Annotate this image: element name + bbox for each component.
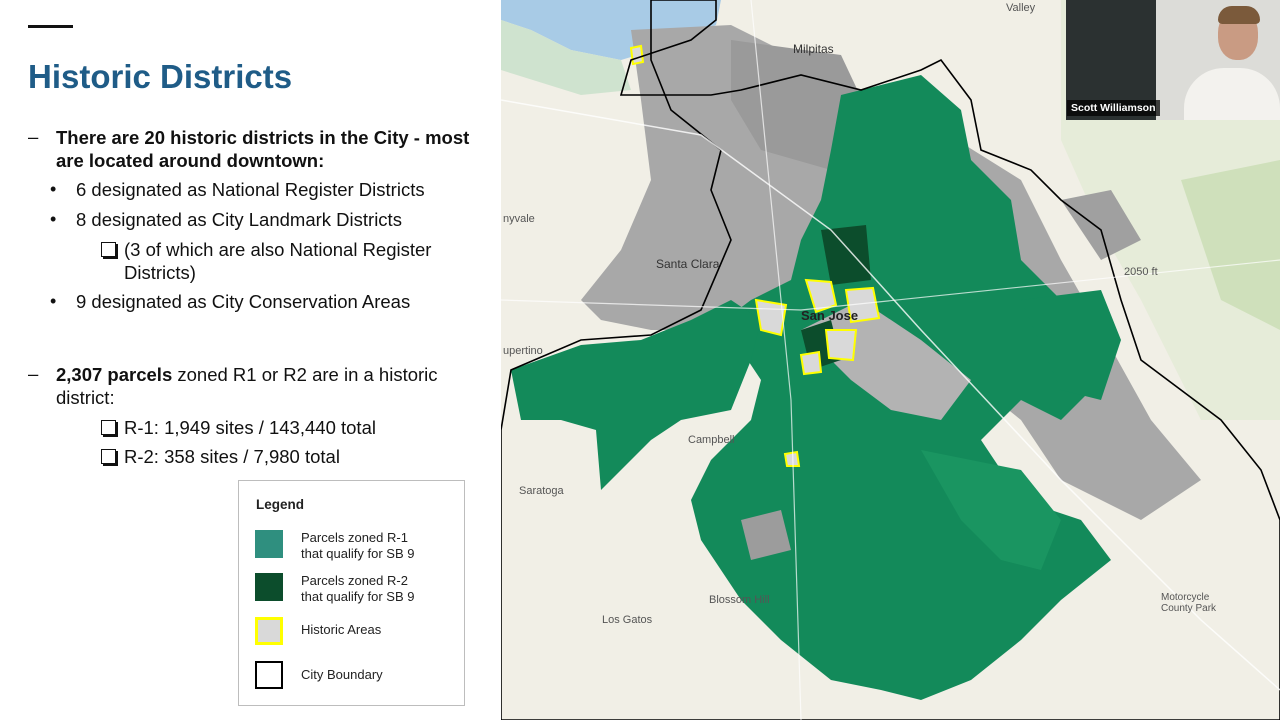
sub-bullet-national-register: 6 designated as National Register Distri… <box>76 179 425 200</box>
sub-bullet-city-landmark: 8 designated as City Landmark Districts <box>76 209 402 230</box>
checkbox-bullet-icon <box>101 242 116 257</box>
r2-stat: R-2: 358 sites / 7,980 total <box>124 446 340 467</box>
legend-swatch-r1 <box>255 530 283 558</box>
map-label-los-gatos: Los Gatos <box>602 614 653 626</box>
participant-hair <box>1218 6 1260 24</box>
participant-body <box>1184 68 1280 120</box>
map-label-sunnyvale: nyvale <box>503 213 535 225</box>
bullet2-line2: district: <box>56 387 115 408</box>
legend-label-r1-line1: Parcels zoned R-1 <box>301 530 408 545</box>
map-label-santa-clara: Santa Clara <box>656 257 720 271</box>
map-label-saratoga: Saratoga <box>519 485 564 497</box>
bullet1-line2: are located around downtown: <box>56 150 325 171</box>
checkbox-bullet-icon <box>101 420 116 435</box>
page-title: Historic Districts <box>28 58 293 95</box>
bullet2-line1: 2,307 parcels zoned R1 or R2 are in a hi… <box>56 363 438 386</box>
map-label-campbell: Campbell <box>688 434 735 446</box>
historic-area <box>783 450 801 467</box>
historic-area <box>824 329 858 362</box>
map-label-cupertino: upertino <box>503 345 543 357</box>
legend-title: Legend <box>256 497 305 512</box>
legend-label-boundary: City Boundary <box>301 667 383 682</box>
participant-video-tile[interactable]: Scott Williamson <box>1066 0 1280 120</box>
legend-swatch-r2 <box>255 573 283 601</box>
legend-label-historic: Historic Areas <box>301 622 382 637</box>
bullet-dot: • <box>50 209 57 229</box>
historic-area <box>799 350 823 376</box>
legend-label-r1-line2: that qualify for SB 9 <box>301 546 415 561</box>
legend-label-r2: Parcels zoned R-2 that qualify for SB 9 <box>301 573 451 605</box>
legend-swatch-boundary <box>255 661 283 689</box>
sub-note-line2: Districts) <box>124 262 196 283</box>
map-label-blossom-hill: Blossom Hill <box>709 594 770 606</box>
map-label-valley: Valley <box>1006 2 1036 14</box>
sub-bullet-conservation: 9 designated as City Conservation Areas <box>76 291 411 312</box>
map-label-county-park: Motorcycle County Park <box>1161 592 1217 614</box>
map-label-san-jose: San Jose <box>801 308 859 323</box>
bullet-dot: • <box>50 179 57 199</box>
legend-swatch-historic <box>255 617 283 645</box>
bullet2-rest: zoned R1 or R2 are in a historic <box>172 364 438 385</box>
historic-area <box>629 44 645 66</box>
bullet-dash: – <box>28 126 39 147</box>
bullet2-bold: 2,307 parcels <box>56 364 173 385</box>
title-accent-rule <box>28 25 73 28</box>
bullet1-line1: There are 20 historic districts in the C… <box>56 127 470 148</box>
map-label-milpitas: Milpitas <box>793 42 834 56</box>
map-label-elevation: 2050 ft <box>1124 266 1158 278</box>
legend-label-r2-line2: that qualify for SB 9 <box>301 589 415 604</box>
r1-stat: R-1: 1,949 sites / 143,440 total <box>124 417 376 438</box>
bullet-dot: • <box>50 291 57 311</box>
checkbox-bullet-icon <box>101 449 116 464</box>
participant-name-tag: Scott Williamson <box>1067 100 1160 116</box>
map-legend: Legend Parcels zoned R-1 that qualify fo… <box>238 480 465 706</box>
bullet-dash: – <box>28 363 39 384</box>
sub-note-line1: (3 of which are also National Register <box>124 239 432 260</box>
legend-label-r1: Parcels zoned R-1 that qualify for SB 9 <box>301 530 451 562</box>
legend-label-r2-line1: Parcels zoned R-2 <box>301 573 408 588</box>
